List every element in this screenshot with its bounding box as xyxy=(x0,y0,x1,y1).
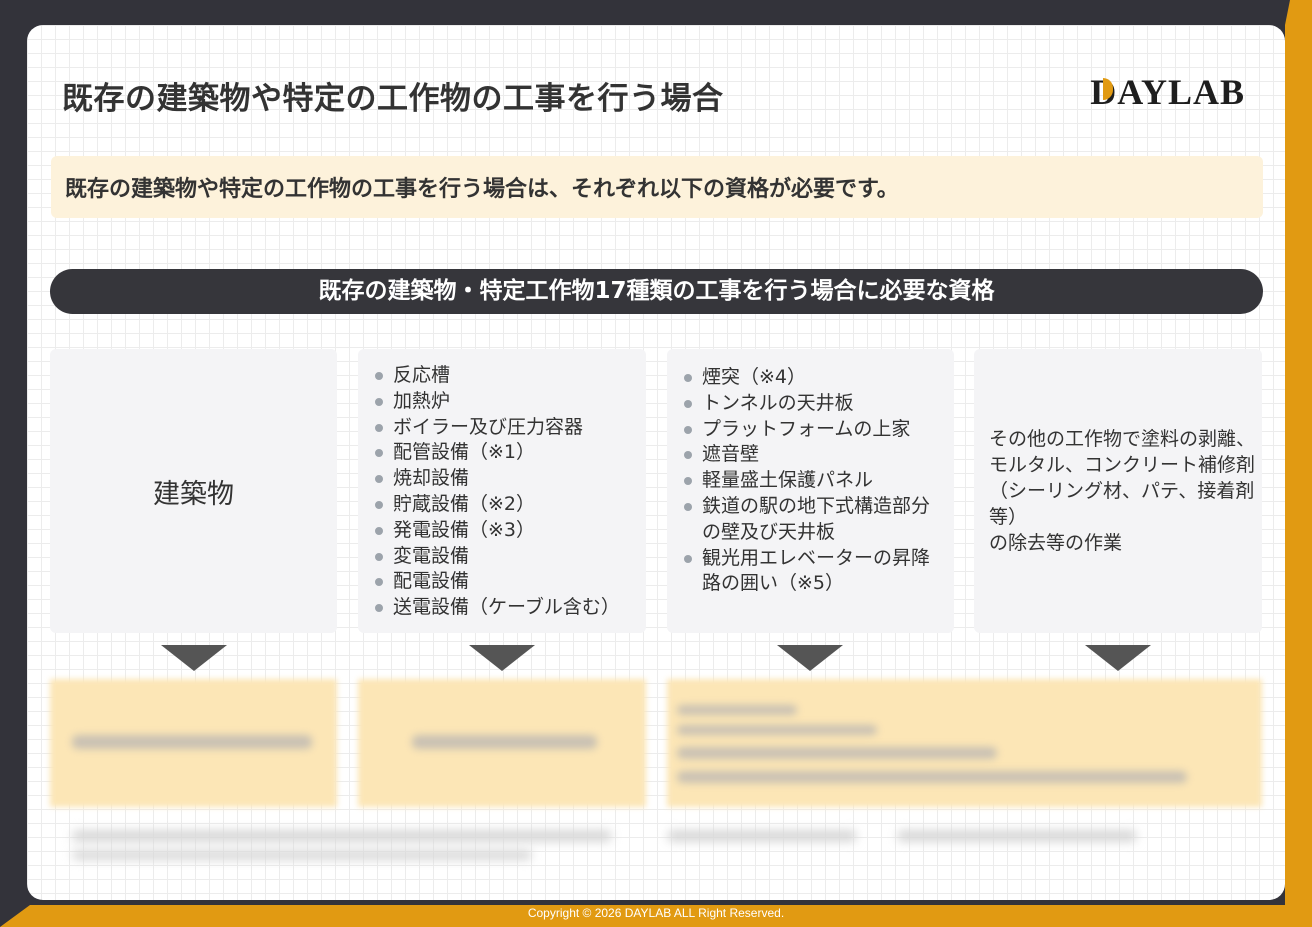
equipment-item: 貯蔵設備（※2） xyxy=(374,492,646,518)
blurred-note xyxy=(72,830,612,842)
blurred-text xyxy=(677,705,797,715)
equipment-item: 加熱炉 xyxy=(374,389,646,415)
page-title: 既存の建築物や特定の工作物の工事を行う場合 xyxy=(62,81,724,117)
logo-text: AYLAB xyxy=(1117,72,1245,112)
blurred-text xyxy=(72,735,312,749)
equipment-item: 発電設備（※3） xyxy=(374,518,646,544)
down-arrow-icon xyxy=(469,645,535,671)
column-equipment: 反応槽 加熱炉 ボイラー及び圧力容器 配管設備（※1） 焼却設備 貯蔵設備（※2） 発電設備… xyxy=(358,349,646,633)
lead-box: 既存の建築物や特定の工作物の工事を行う場合は、それぞれ以下の資格が必要です。 xyxy=(51,156,1263,218)
blurred-note xyxy=(897,830,1137,842)
column-buildings: 建築物 xyxy=(50,349,337,633)
structure-item: プラットフォームの上家 xyxy=(683,417,954,443)
column-structures: 煙突（※4） トンネルの天井板 プラットフォームの上家 遮音壁 軽量盛土保護パネル 鉄道の… xyxy=(667,349,954,633)
slide-card: 既存の建築物や特定の工作物の工事を行う場合 D AYLAB 既存の建築物や特定の工… xyxy=(27,25,1285,900)
structures-list: 煙突（※4） トンネルの天井板 プラットフォームの上家 遮音壁 軽量盛土保護パネル 鉄道の… xyxy=(667,349,954,597)
down-arrow-icon xyxy=(777,645,843,671)
blurred-text xyxy=(677,771,1187,783)
structure-item: 煙突（※4） xyxy=(683,365,954,391)
equipment-item: 配管設備（※1） xyxy=(374,440,646,466)
structure-item: 遮音壁 xyxy=(683,442,954,468)
equipment-item: 焼却設備 xyxy=(374,466,646,492)
column-other: その他の工作物で塗料の剥離、 モルタル、コンクリート補修剤 （シーリング材、パテ… xyxy=(974,349,1262,633)
blurred-note xyxy=(667,830,857,842)
buildings-label: 建築物 xyxy=(153,478,234,510)
logo-d-mark: D xyxy=(1090,72,1118,112)
structure-item: 観光用エレベーターの昇降路の囲い（※5） xyxy=(683,546,942,598)
copyright-footer: Copyright © 2026 DAYLAB ALL Right Reserv… xyxy=(527,906,785,920)
down-arrow-icon xyxy=(1085,645,1151,671)
structure-item: トンネルの天井板 xyxy=(683,391,954,417)
structure-item: 鉄道の駅の地下式構造部分の壁及び天井板 xyxy=(683,494,937,546)
equipment-item: 反応槽 xyxy=(374,363,646,389)
blurred-text xyxy=(677,725,877,735)
equipment-item: 変電設備 xyxy=(374,544,646,570)
daylab-logo: D AYLAB xyxy=(1090,71,1245,113)
blurred-result-box xyxy=(667,679,1262,807)
blurred-note xyxy=(72,850,532,860)
structure-item: 軽量盛土保護パネル xyxy=(683,468,954,494)
down-arrow-icon xyxy=(161,645,227,671)
section-banner: 既存の建築物・特定工作物17種類の工事を行う場合に必要な資格 xyxy=(50,269,1263,314)
blurred-text xyxy=(412,735,597,749)
other-works-text: その他の工作物で塗料の剥離、 モルタル、コンクリート補修剤 （シーリング材、パテ… xyxy=(989,428,1256,554)
blurred-text xyxy=(677,747,997,759)
equipment-list: 反応槽 加熱炉 ボイラー及び圧力容器 配管設備（※1） 焼却設備 貯蔵設備（※2） 発電設備… xyxy=(358,349,646,621)
equipment-item: 送電設備（ケーブル含む） xyxy=(374,595,646,621)
equipment-item: ボイラー及び圧力容器 xyxy=(374,415,646,441)
equipment-item: 配電設備 xyxy=(374,569,646,595)
